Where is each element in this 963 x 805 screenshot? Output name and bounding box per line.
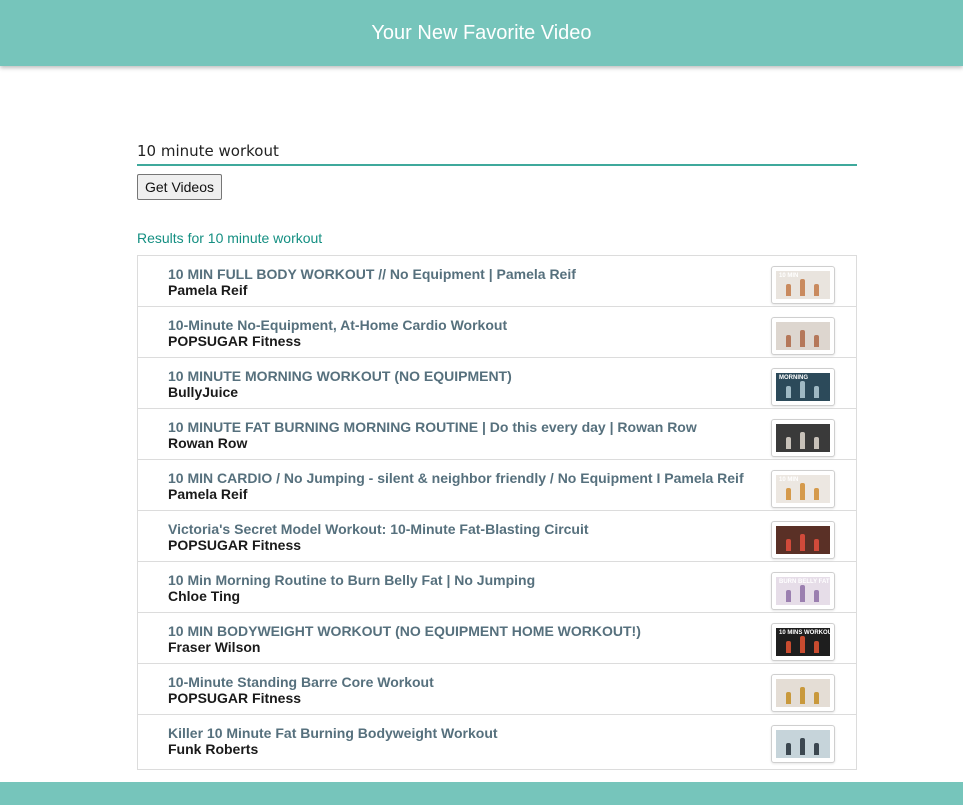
channel-name: Rowan Row bbox=[168, 435, 248, 451]
channel-name: Funk Roberts bbox=[168, 741, 259, 757]
thumbnail-figure bbox=[800, 534, 805, 551]
video-title-link[interactable]: 10 MINUTE MORNING WORKOUT (NO EQUIPMENT) bbox=[168, 368, 856, 384]
channel-name: Pamela Reif bbox=[168, 486, 248, 502]
result-item[interactable]: 10 MIN FULL BODY WORKOUT // No Equipment… bbox=[138, 256, 856, 307]
thumbnail-image bbox=[776, 424, 830, 452]
thumbnail-figure bbox=[800, 381, 805, 398]
thumbnail-image bbox=[776, 322, 830, 350]
video-thumbnail[interactable] bbox=[771, 521, 835, 559]
thumbnail-figure bbox=[814, 641, 819, 653]
thumbnail-figure bbox=[814, 743, 819, 755]
video-thumbnail[interactable]: 10 MIN bbox=[771, 470, 835, 508]
channel-name: BullyJuice bbox=[168, 384, 239, 400]
thumbnail-image: 10 MINS WORKOUT bbox=[776, 628, 830, 656]
get-videos-button[interactable]: Get Videos bbox=[137, 174, 223, 200]
video-thumbnail[interactable] bbox=[771, 725, 835, 763]
thumbnail-figure bbox=[800, 636, 805, 653]
thumbnail-figure bbox=[814, 488, 819, 500]
video-title-link[interactable]: 10 Min Morning Routine to Burn Belly Fat… bbox=[168, 572, 856, 588]
results-heading: Results for 10 minute workout bbox=[137, 230, 323, 246]
video-title-link[interactable]: 10 MIN BODYWEIGHT WORKOUT (NO EQUIPMENT … bbox=[168, 623, 856, 639]
channel-name: POPSUGAR Fitness bbox=[168, 690, 302, 706]
result-item[interactable]: 10 MIN BODYWEIGHT WORKOUT (NO EQUIPMENT … bbox=[138, 613, 856, 664]
thumbnail-text: MORNING bbox=[779, 375, 808, 381]
search-input[interactable] bbox=[137, 137, 857, 166]
thumbnail-figure bbox=[814, 539, 819, 551]
video-thumbnail[interactable]: BURN BELLY FAT bbox=[771, 572, 835, 610]
thumbnail-image: MORNING bbox=[776, 373, 830, 401]
thumbnail-figure bbox=[800, 483, 805, 500]
thumbnail-image: BURN BELLY FAT bbox=[776, 577, 830, 605]
thumbnail-figure bbox=[814, 692, 819, 704]
thumbnail-figure bbox=[814, 590, 819, 602]
thumbnail-figure bbox=[786, 284, 791, 296]
result-item[interactable]: 10 MINUTE FAT BURNING MORNING ROUTINE | … bbox=[138, 409, 856, 460]
results-list: 10 MIN FULL BODY WORKOUT // No Equipment… bbox=[137, 255, 857, 770]
channel-name: POPSUGAR Fitness bbox=[168, 537, 302, 553]
video-title-link[interactable]: 10 MINUTE FAT BURNING MORNING ROUTINE | … bbox=[168, 419, 856, 435]
video-title-link[interactable]: 10-Minute Standing Barre Core Workout bbox=[168, 674, 856, 690]
thumbnail-image: 10 MIN bbox=[776, 475, 830, 503]
result-item[interactable]: 10 MINUTE MORNING WORKOUT (NO EQUIPMENT)… bbox=[138, 358, 856, 409]
thumbnail-figure bbox=[800, 585, 805, 602]
thumbnail-image bbox=[776, 526, 830, 554]
result-item[interactable]: 10-Minute Standing Barre Core Workout POP… bbox=[138, 664, 856, 715]
channel-name: POPSUGAR Fitness bbox=[168, 333, 302, 349]
thumbnail-figure bbox=[786, 590, 791, 602]
video-thumbnail[interactable] bbox=[771, 674, 835, 712]
thumbnail-figure bbox=[800, 330, 805, 347]
thumbnail-figure bbox=[786, 437, 791, 449]
video-thumbnail[interactable]: 10 MIN bbox=[771, 266, 835, 304]
channel-name: Pamela Reif bbox=[168, 282, 248, 298]
video-title-link[interactable]: Victoria's Secret Model Workout: 10-Minu… bbox=[168, 521, 856, 537]
result-item[interactable]: 10 MIN CARDIO / No Jumping - silent & ne… bbox=[138, 460, 856, 511]
thumbnail-text: 10 MIN bbox=[779, 477, 799, 483]
thumbnail-figure bbox=[800, 432, 805, 449]
result-item[interactable]: Killer 10 Minute Fat Burning Bodyweight … bbox=[138, 715, 856, 769]
thumbnail-figure bbox=[814, 284, 819, 296]
thumbnail-text: 10 MIN bbox=[779, 273, 799, 279]
app-footer bbox=[0, 782, 963, 805]
video-thumbnail[interactable] bbox=[771, 317, 835, 355]
thumbnail-figure bbox=[786, 386, 791, 398]
app-header: Your New Favorite Video bbox=[0, 0, 963, 66]
thumbnail-figure bbox=[800, 279, 805, 296]
video-thumbnail[interactable]: MORNING bbox=[771, 368, 835, 406]
thumbnail-figure bbox=[814, 335, 819, 347]
search-area bbox=[137, 137, 857, 166]
thumbnail-image: 10 MIN bbox=[776, 271, 830, 299]
thumbnail-image bbox=[776, 730, 830, 758]
channel-name: Chloe Ting bbox=[168, 588, 241, 604]
thumbnail-figure bbox=[800, 738, 805, 755]
result-item[interactable]: Victoria's Secret Model Workout: 10-Minu… bbox=[138, 511, 856, 562]
thumbnail-figure bbox=[786, 692, 791, 704]
channel-name: Fraser Wilson bbox=[168, 639, 261, 655]
result-item[interactable]: 10-Minute No-Equipment, At-Home Cardio W… bbox=[138, 307, 856, 358]
thumbnail-figure bbox=[814, 437, 819, 449]
thumbnail-figure bbox=[786, 539, 791, 551]
thumbnail-figure bbox=[786, 641, 791, 653]
thumbnail-figure bbox=[786, 335, 791, 347]
thumbnail-figure bbox=[800, 687, 805, 704]
video-thumbnail[interactable]: 10 MINS WORKOUT bbox=[771, 623, 835, 661]
video-title-link[interactable]: 10 MIN FULL BODY WORKOUT // No Equipment… bbox=[168, 266, 856, 282]
thumbnail-figure bbox=[814, 386, 819, 398]
video-title-link[interactable]: Killer 10 Minute Fat Burning Bodyweight … bbox=[168, 725, 856, 741]
video-thumbnail[interactable] bbox=[771, 419, 835, 457]
thumbnail-text: BURN BELLY FAT bbox=[779, 579, 830, 585]
thumbnail-figure bbox=[786, 488, 791, 500]
thumbnail-image bbox=[776, 679, 830, 707]
video-title-link[interactable]: 10 MIN CARDIO / No Jumping - silent & ne… bbox=[168, 470, 856, 486]
video-title-link[interactable]: 10-Minute No-Equipment, At-Home Cardio W… bbox=[168, 317, 856, 333]
thumbnail-text: 10 MINS WORKOUT bbox=[779, 630, 830, 636]
page-title: Your New Favorite Video bbox=[371, 21, 592, 44]
thumbnail-figure bbox=[786, 743, 791, 755]
result-item[interactable]: 10 Min Morning Routine to Burn Belly Fat… bbox=[138, 562, 856, 613]
